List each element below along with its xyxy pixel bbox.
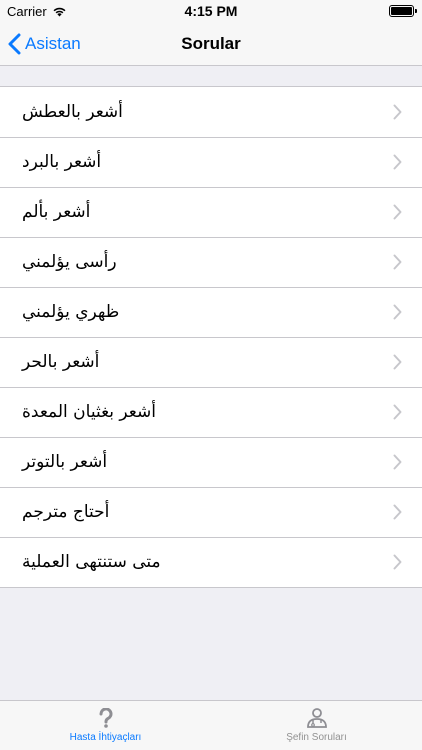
list-item-label: أشعر بالتوتر: [22, 452, 108, 472]
chevron-right-icon: [393, 404, 402, 420]
chevron-right-icon: [393, 504, 402, 520]
list-item-label: ظهري يؤلمني: [22, 302, 120, 322]
battery-icon: [389, 5, 417, 17]
chevron-right-icon: [393, 454, 402, 470]
status-bar: Carrier 4:15 PM: [0, 0, 422, 22]
chevron-right-icon: [393, 104, 402, 120]
list-item-label: أشعر بالحر: [22, 352, 100, 372]
status-time: 4:15 PM: [184, 3, 238, 19]
chevron-right-icon: [393, 254, 402, 270]
chevron-right-icon: [393, 204, 402, 220]
tab-label: Hasta İhtiyaçları: [69, 732, 142, 743]
chevron-right-icon: [393, 154, 402, 170]
question-icon: [98, 708, 112, 728]
tab-label: Şefin Soruları: [286, 732, 347, 743]
list-item[interactable]: أشعر بالحر: [0, 337, 422, 387]
page-title: Sorular: [181, 34, 241, 53]
list-item[interactable]: أشعر بالعطش: [0, 87, 422, 137]
list-item[interactable]: ظهري يؤلمني: [0, 287, 422, 337]
list-item-label: رأسى يؤلمني: [22, 252, 117, 272]
list-item-label: أشعر بغثيان المعدة: [22, 402, 156, 422]
list-item[interactable]: أشعر بالتوتر: [0, 437, 422, 487]
navigation-bar: Asistan Sorular: [0, 22, 422, 66]
chevron-right-icon: [393, 304, 402, 320]
chevron-right-icon: [393, 554, 402, 570]
tab-bar: Hasta İhtiyaçları Şefin Soruları: [0, 700, 422, 750]
list-item[interactable]: أشعر بألم: [0, 187, 422, 237]
list-item-label: أشعر بالعطش: [22, 102, 123, 122]
doctor-icon: [306, 708, 327, 728]
tab-chef-questions[interactable]: Şefin Soruları: [211, 701, 422, 750]
list-item-label: أشعر بالبرد: [22, 152, 102, 172]
chevron-right-icon: [393, 354, 402, 370]
list-item-label: أحتاج مترجم: [22, 502, 110, 522]
list-item[interactable]: أشعر بغثيان المعدة: [0, 387, 422, 437]
list-item-label: أشعر بألم: [22, 202, 91, 222]
list-item[interactable]: أشعر بالبرد: [0, 137, 422, 187]
tab-patient-needs[interactable]: Hasta İhtiyaçları: [0, 701, 211, 750]
questions-list: أشعر بالعطش أشعر بالبرد أشعر بألم رأسى ي…: [0, 86, 422, 588]
list-item-label: متى ستنتهى العملية: [22, 552, 161, 572]
list-item[interactable]: رأسى يؤلمني: [0, 237, 422, 287]
list-item[interactable]: متى ستنتهى العملية: [0, 537, 422, 587]
list-item[interactable]: أحتاج مترجم: [0, 487, 422, 537]
